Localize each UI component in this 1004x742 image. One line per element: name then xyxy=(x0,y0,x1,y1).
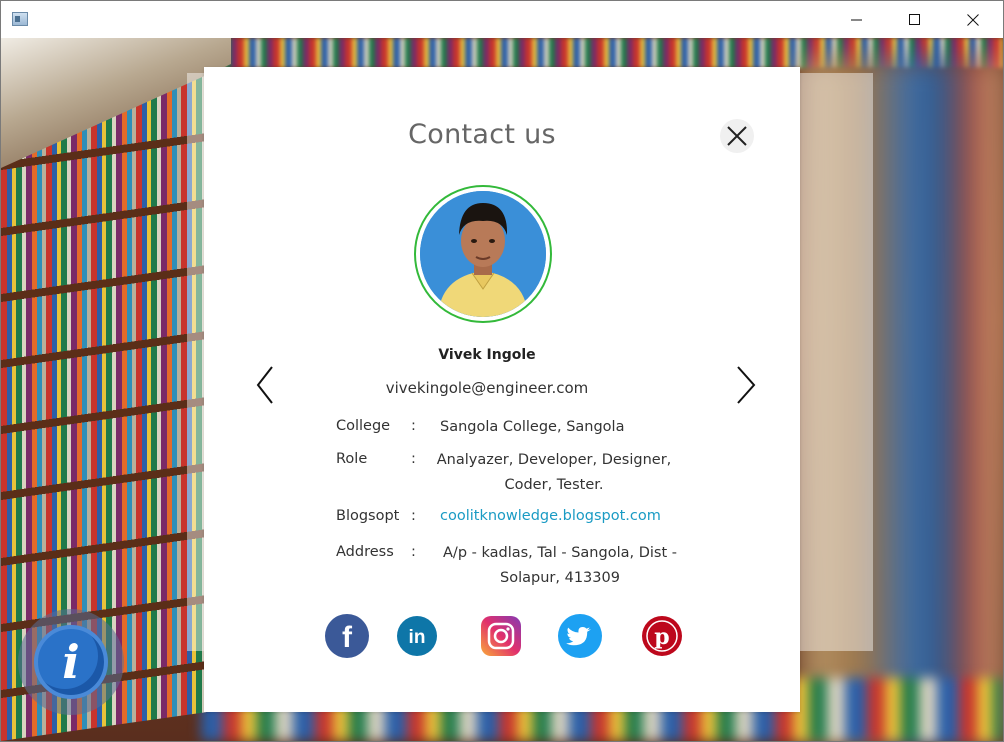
previous-arrow-button[interactable] xyxy=(254,365,278,405)
instagram-icon xyxy=(487,622,515,650)
address-label: Address xyxy=(336,544,394,560)
title-bar xyxy=(1,1,1003,38)
profile-name: Vivek Ingole xyxy=(438,347,536,363)
app-window: Contact us Vivek Ingole vivekingole@engi… xyxy=(0,0,1004,742)
info-glyph: i xyxy=(62,635,80,689)
maximize-icon xyxy=(909,13,920,25)
twitter-button[interactable] xyxy=(558,614,602,658)
college-separator: : xyxy=(411,418,416,434)
maximize-button[interactable] xyxy=(886,1,944,38)
library-background: Contact us Vivek Ingole vivekingole@engi… xyxy=(1,38,1003,741)
info-button[interactable]: i xyxy=(18,609,124,715)
role-label: Role xyxy=(336,451,368,467)
college-value: Sangola College, Sangola xyxy=(440,419,625,435)
svg-text:f: f xyxy=(342,621,353,654)
college-label: College xyxy=(336,418,391,434)
info-icon: i xyxy=(34,625,108,699)
twitter-icon xyxy=(566,627,591,646)
avatar xyxy=(420,191,546,317)
role-separator: : xyxy=(411,451,416,467)
address-value: A/p - kadlas, Tal - Sangola, Dist - Sola… xyxy=(430,541,690,591)
role-value-line2: Coder, Tester. xyxy=(504,477,604,493)
contact-card: Contact us Vivek Ingole vivekingole@engi… xyxy=(204,67,800,712)
dialog-title: Contact us xyxy=(408,119,556,150)
next-arrow-button[interactable] xyxy=(734,365,758,405)
close-icon xyxy=(727,126,747,146)
dialog-close-button[interactable] xyxy=(720,119,754,153)
address-separator: : xyxy=(411,544,416,560)
facebook-icon: f xyxy=(342,621,353,654)
svg-text:in: in xyxy=(409,627,426,648)
linkedin-button[interactable]: in xyxy=(397,616,437,656)
window-close-button[interactable] xyxy=(944,1,1002,38)
pinterest-icon: p xyxy=(646,620,678,652)
profile-photo xyxy=(420,191,546,317)
profile-email: vivekingole@engineer.com xyxy=(385,379,589,397)
facebook-button[interactable]: f xyxy=(325,614,369,658)
chevron-right-icon xyxy=(737,366,756,404)
blog-label: Blogsopt xyxy=(336,508,400,524)
svg-text:p: p xyxy=(654,624,669,650)
avatar-ring xyxy=(414,185,552,323)
role-value: Analyazer, Developer, Designer, Coder, T… xyxy=(434,448,674,498)
close-icon xyxy=(967,13,979,26)
blog-link[interactable]: coolitknowledge.blogspot.com xyxy=(440,504,661,529)
app-icon xyxy=(12,12,28,26)
address-value-line2: Solapur, 413309 xyxy=(500,570,620,586)
address-value-line1: A/p - kadlas, Tal - Sangola, Dist - xyxy=(443,545,677,561)
linkedin-icon: in xyxy=(409,627,426,648)
minimize-button[interactable] xyxy=(828,1,886,38)
role-value-line1: Analyazer, Developer, Designer, xyxy=(436,452,672,468)
blog-separator: : xyxy=(411,508,416,524)
pinterest-button[interactable]: p xyxy=(642,616,682,656)
minimize-icon xyxy=(851,19,862,20)
instagram-button[interactable] xyxy=(481,616,521,656)
chevron-left-icon xyxy=(256,366,273,404)
